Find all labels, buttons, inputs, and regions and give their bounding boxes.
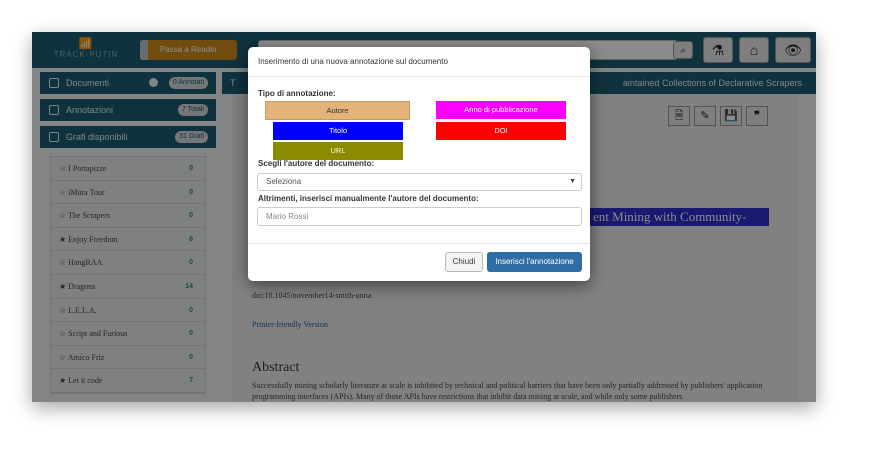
type-author-button[interactable]: Autore	[265, 101, 410, 120]
divider	[248, 76, 590, 77]
author-select-label: Scegli l'autore del documento:	[258, 159, 375, 168]
author-select[interactable]: Seleziona ▼	[257, 173, 582, 191]
type-url-button[interactable]: URL	[273, 142, 403, 160]
dropdown-caret-icon: ▼	[569, 178, 576, 185]
insert-annotation-button[interactable]: Inserisci l'annotazione	[487, 252, 582, 272]
modal-title: Inserimento di una nuova annotazione sul…	[258, 57, 448, 66]
type-title-button[interactable]: Titolo	[273, 122, 403, 140]
type-label: Tipo di annotazione:	[258, 89, 336, 98]
app-window: 📶 TRACK-PUTIN Passa a Reader ...... ⌕ ⚗ …	[32, 32, 816, 402]
manual-author-label: Altrimenti, inserisci manualmente l'auto…	[258, 194, 479, 203]
manual-author-field[interactable]: Mario Rossi	[257, 207, 582, 226]
divider	[248, 243, 590, 244]
close-button[interactable]: Chiudi	[445, 252, 483, 272]
type-doi-button[interactable]: DOI	[436, 122, 566, 140]
type-year-button[interactable]: Anno di pubblicazione	[436, 101, 566, 119]
annotation-modal: Inserimento di una nuova annotazione sul…	[248, 47, 590, 281]
